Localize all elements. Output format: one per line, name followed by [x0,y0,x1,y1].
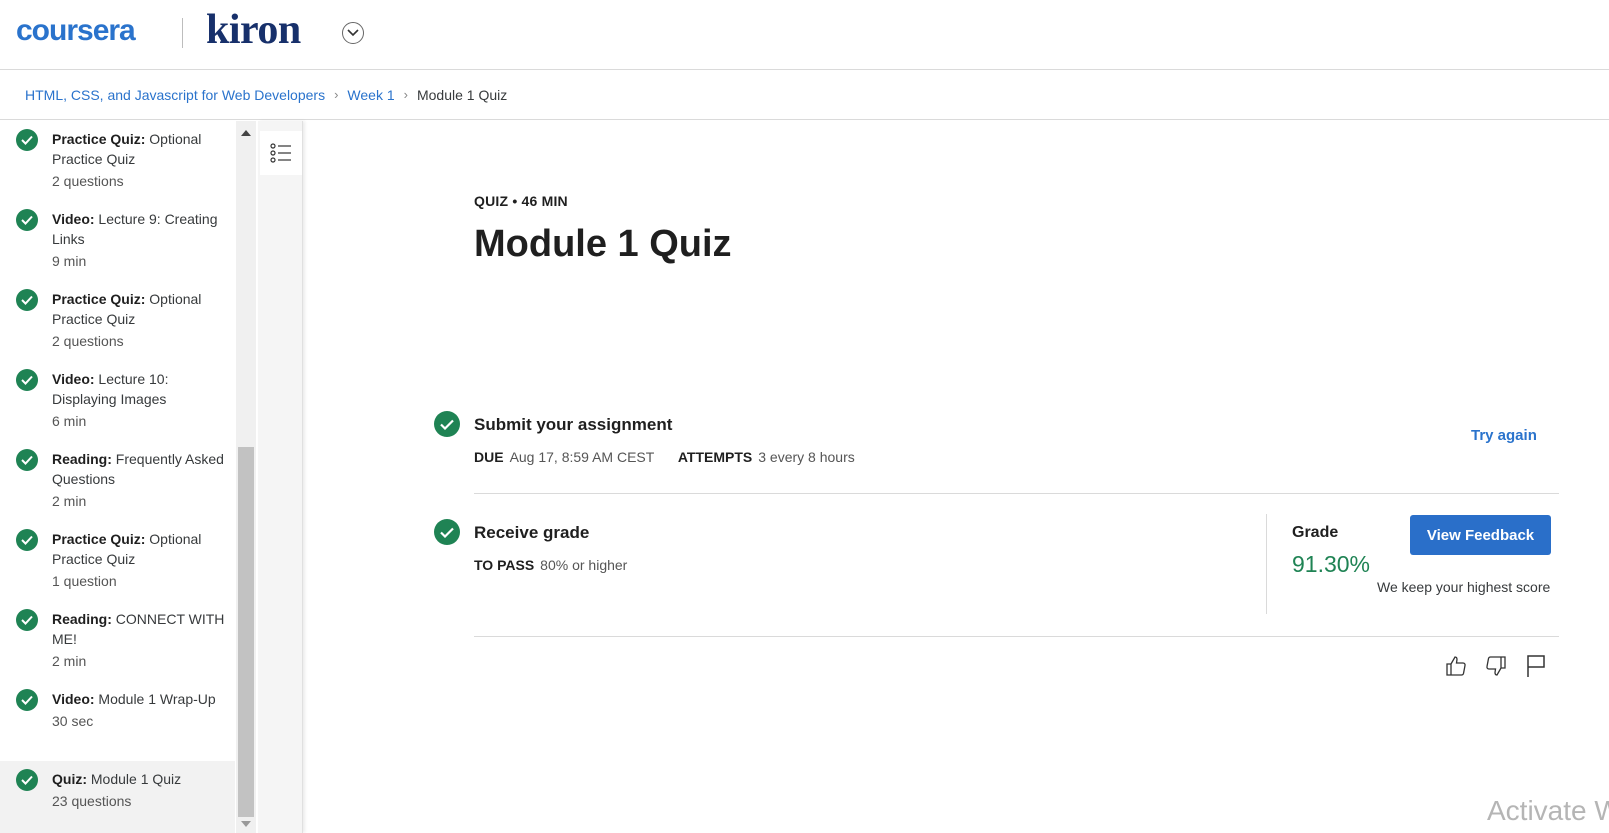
checkmark-icon [16,609,38,631]
sidebar-item-title: Reading: Frequently Asked Questions [52,451,224,487]
sidebar-item-meta: 9 min [52,253,87,269]
try-again-link[interactable]: Try again [1471,427,1537,444]
sidebar-item-meta: 6 min [52,413,87,429]
thumbs-up-icon[interactable] [1444,653,1468,679]
windows-activation-watermark: Activate W [1487,795,1609,826]
kiron-logo[interactable]: kiron [206,6,301,54]
divider [1266,514,1267,614]
feedback-actions [1444,653,1548,679]
checkmark-icon [16,209,38,231]
checkmark-icon [16,689,38,711]
checkmark-icon [16,449,38,471]
sidebar-item[interactable]: Practice Quiz: Optional Practice Quiz 2 … [0,281,235,361]
checkmark-icon [434,411,460,437]
sidebar-item[interactable]: Video: Lecture 9: Creating Links 9 min [0,201,235,281]
list-toggle-icon[interactable] [260,131,302,175]
grade-label: Grade [1292,524,1339,541]
sidebar-item-title: Quiz: Module 1 Quiz [52,771,182,787]
breadcrumb-week-link[interactable]: Week 1 [347,87,394,103]
divider [474,493,1559,494]
breadcrumb-course-link[interactable]: HTML, CSS, and Javascript for Web Develo… [25,87,325,103]
sidebar-item-title: Video: Lecture 10: Displaying Images [52,371,169,407]
sidebar-item-meta: 2 min [52,653,87,669]
sidebar-item-meta: 30 sec [52,713,94,729]
scroll-up-arrow-icon[interactable] [236,125,256,139]
scroll-down-arrow-icon[interactable] [236,817,256,831]
sidebar-item[interactable]: Reading: Frequently Asked Questions 2 mi… [0,441,235,521]
submit-step-title: Submit your assignment [474,415,673,434]
breadcrumb: HTML, CSS, and Javascript for Web Develo… [0,70,1609,120]
sidebar-item-meta: 2 questions [52,333,124,349]
sidebar-item-meta: 23 questions [52,793,132,809]
page-title: Module 1 Quiz [474,223,732,265]
sidebar-item-title: Practice Quiz: Optional Practice Quiz [52,131,202,167]
chevron-right-icon: › [334,87,339,102]
receive-grade-meta: TO PASS 80% or higher [474,557,628,573]
sidebar-scrollbar[interactable] [236,121,256,833]
logo-divider [182,18,183,48]
course-sidebar: Practice Quiz: Optional Practice Quiz 2 … [0,121,235,833]
main-content: QUIZ • 46 MIN Module 1 Quiz Submit your … [304,121,1609,833]
chevron-down-icon[interactable] [342,22,364,44]
sidebar-item-title: Practice Quiz: Optional Practice Quiz [52,291,202,327]
coursera-logo[interactable]: coursera [16,14,136,48]
sidebar-item-meta: 2 min [52,493,87,509]
checkmark-icon [16,129,38,151]
sidebar-item-title: Reading: CONNECT WITH ME! [52,611,225,647]
top-header: coursera kiron [0,0,1609,70]
sidebar-item-title: Practice Quiz: Optional Practice Quiz [52,531,202,567]
sidebar-item[interactable]: Practice Quiz: Optional Practice Quiz 1 … [0,521,235,601]
view-feedback-button[interactable]: View Feedback [1410,515,1551,555]
highest-score-note: We keep your highest score [1377,579,1551,595]
quiz-meta-label: QUIZ • 46 MIN [474,193,568,209]
flag-icon[interactable] [1524,653,1548,679]
checkmark-icon [16,369,38,391]
sidebar-item-meta: 2 questions [52,173,124,189]
thumbs-down-icon[interactable] [1484,653,1508,679]
submit-step-meta: DUE Aug 17, 8:59 AM CEST ATTEMPTS 3 every … [474,449,855,465]
sidebar-item-title: Video: Lecture 9: Creating Links [52,211,218,247]
divider [474,636,1559,637]
scrollbar-thumb[interactable] [238,447,254,817]
receive-grade-title: Receive grade [474,523,590,542]
checkmark-icon [434,519,460,545]
checkmark-icon [16,769,38,791]
grade-value: 91.30% [1292,551,1371,577]
sidebar-item[interactable]: Reading: CONNECT WITH ME! 2 min [0,601,235,681]
checkmark-icon [16,289,38,311]
sidebar-item[interactable]: Video: Lecture 10: Displaying Images 6 m… [0,361,235,441]
chevron-right-icon: › [403,87,408,102]
checkmark-icon [16,529,38,551]
breadcrumb-current: Module 1 Quiz [416,86,508,103]
sidebar-item[interactable]: Video: Module 1 Wrap-Up 30 sec [0,681,235,761]
sidebar-item[interactable]: Practice Quiz: Optional Practice Quiz 2 … [0,121,235,201]
sidebar-item-active[interactable]: Quiz: Module 1 Quiz 23 questions [0,761,235,833]
sidebar-rail [258,121,303,833]
sidebar-item-meta: 1 question [52,573,117,589]
sidebar-item-title: Video: Module 1 Wrap-Up [52,691,216,707]
